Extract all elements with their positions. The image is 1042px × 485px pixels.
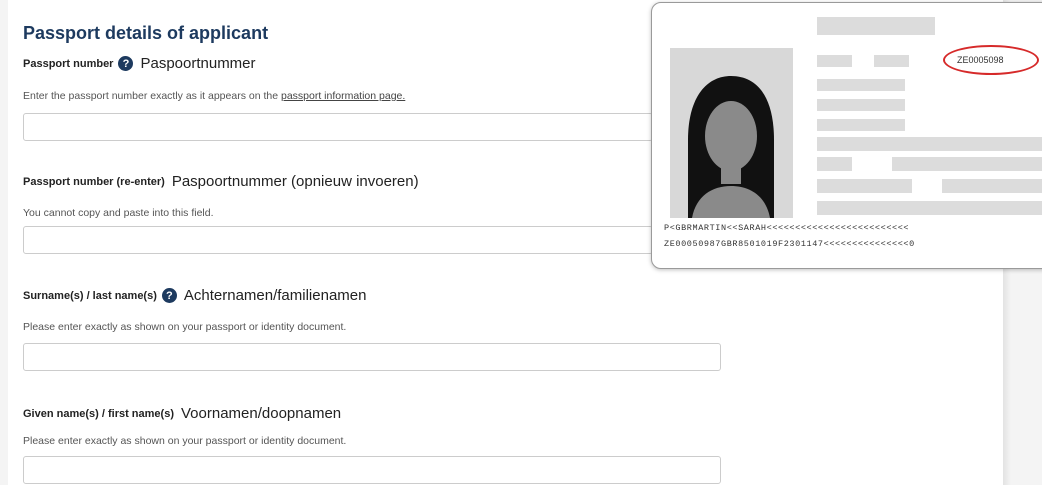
- redacted-field: [817, 55, 852, 67]
- redacted-field: [817, 79, 905, 91]
- passport-number-hint-text: Enter the passport number exactly as it …: [23, 90, 281, 102]
- redacted-field: [817, 137, 1042, 151]
- redacted-field: [892, 157, 1042, 171]
- mrz-line-1: P<GBRMARTIN<<SARAH<<<<<<<<<<<<<<<<<<<<<<…: [664, 223, 910, 233]
- question-circle-icon[interactable]: ?: [118, 56, 134, 71]
- surname-label-text: Surname(s) / last name(s): [23, 289, 157, 302]
- redacted-field: [874, 55, 909, 67]
- given-name-hint: Please enter exactly as shown on your pa…: [23, 435, 347, 447]
- redacted-field: [817, 119, 905, 131]
- given-name-label: Given name(s) / first name(s) Voornamen/…: [23, 405, 341, 422]
- question-circle-icon[interactable]: ?: [161, 288, 177, 303]
- redacted-field: [817, 179, 912, 193]
- passport-number-label-text: Passport number: [23, 57, 114, 70]
- redacted-field: [817, 99, 905, 111]
- passport-number-reenter-label-text: Passport number (re-enter): [23, 175, 165, 188]
- passport-number-reenter-hint: You cannot copy and paste into this fiel…: [23, 207, 214, 219]
- passport-information-page-link[interactable]: passport information page.: [281, 90, 405, 102]
- section-title: Passport details of applicant: [23, 23, 269, 43]
- given-name-input[interactable]: [23, 456, 721, 484]
- redacted-field: [817, 17, 935, 35]
- passport-number-translation: Paspoortnummer: [140, 55, 256, 72]
- person-silhouette-icon: [688, 76, 774, 218]
- surname-label: Surname(s) / last name(s) ? Achternamen/…: [23, 287, 366, 304]
- given-name-label-text: Given name(s) / first name(s): [23, 407, 174, 420]
- given-name-translation: Voornamen/doopnamen: [181, 405, 342, 422]
- passport-example-card: ZE0005098 P<GBRMARTIN<<SARAH<<<<<<<<<<<<…: [651, 2, 1042, 269]
- redacted-field: [942, 179, 1042, 193]
- redacted-field: [817, 201, 1042, 215]
- surname-input[interactable]: [23, 343, 721, 371]
- passport-number-reenter-input[interactable]: [23, 226, 653, 254]
- redacted-field: [817, 157, 852, 171]
- mrz-line-2: ZE00050987GBR8501019F2301147<<<<<<<<<<<<…: [664, 239, 915, 249]
- passport-number-input[interactable]: [23, 113, 653, 141]
- passport-number-label: Passport number ? Paspoortnummer: [23, 55, 256, 72]
- passport-number-highlight: [943, 45, 1039, 75]
- passport-number-reenter-translation: Paspoortnummer (opnieuw invoeren): [171, 173, 419, 190]
- passport-number-hint: Enter the passport number exactly as it …: [23, 90, 405, 102]
- surname-translation: Achternamen/familienamen: [183, 287, 367, 304]
- passport-photo: [670, 48, 793, 218]
- passport-number-reenter-label: Passport number (re-enter) Paspoortnumme…: [23, 173, 419, 190]
- surname-hint: Please enter exactly as shown on your pa…: [23, 321, 347, 333]
